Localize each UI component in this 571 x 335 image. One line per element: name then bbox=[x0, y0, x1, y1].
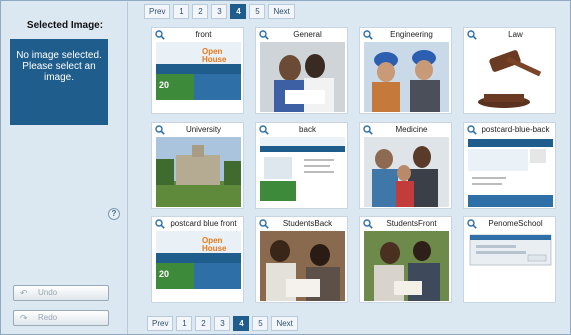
thumbnail-image[interactable] bbox=[468, 231, 553, 301]
thumbnail-image[interactable] bbox=[156, 137, 241, 207]
help-icon[interactable]: ? bbox=[108, 208, 120, 220]
thumbnail-image[interactable] bbox=[468, 42, 553, 112]
page-4-button[interactable]: 4 bbox=[233, 316, 250, 331]
page-4-button[interactable]: 4 bbox=[230, 4, 247, 19]
svg-text:House: House bbox=[202, 244, 227, 253]
undo-button[interactable]: ↶ Undo bbox=[13, 285, 109, 301]
image-thumbnail[interactable]: postcard blue front Open House 20 bbox=[151, 216, 244, 303]
image-gallery: Prev 1 2 3 4 5 Next front Open House 20 Gene… bbox=[141, 1, 571, 335]
selected-image-heading: Selected Image: bbox=[26, 20, 104, 31]
page-3-button[interactable]: 3 bbox=[211, 4, 228, 19]
prev-page-button[interactable]: Prev bbox=[144, 4, 171, 19]
magnifier-icon[interactable] bbox=[259, 219, 269, 229]
thumbnail-image[interactable] bbox=[364, 42, 449, 112]
magnifier-icon[interactable] bbox=[467, 30, 477, 40]
pager-top: Prev 1 2 3 4 5 Next bbox=[144, 4, 295, 19]
page-5-button[interactable]: 5 bbox=[252, 316, 269, 331]
image-thumbnail[interactable]: front Open House 20 bbox=[151, 27, 244, 114]
thumbnail-image[interactable] bbox=[364, 231, 449, 301]
image-thumbnail[interactable]: StudentsFront bbox=[359, 216, 452, 303]
magnifier-icon[interactable] bbox=[363, 125, 373, 135]
thumbnail-image[interactable]: Open House 20 bbox=[156, 231, 241, 301]
image-picker-window: Selected Image: No image selected. Pleas… bbox=[0, 0, 571, 335]
undo-label: Undo bbox=[38, 288, 58, 297]
thumbnail-image[interactable] bbox=[468, 137, 553, 207]
magnifier-icon[interactable] bbox=[259, 125, 269, 135]
page-3-button[interactable]: 3 bbox=[214, 316, 231, 331]
thumbnail-caption: Medicine bbox=[395, 125, 428, 134]
thumbnail-image[interactable]: Open House 20 bbox=[156, 42, 241, 112]
page-2-button[interactable]: 2 bbox=[192, 4, 209, 19]
magnifier-icon[interactable] bbox=[363, 219, 373, 229]
next-page-button[interactable]: Next bbox=[268, 4, 295, 19]
thumbnail-caption: back bbox=[299, 125, 316, 134]
image-thumbnail[interactable]: University bbox=[151, 122, 244, 209]
magnifier-icon[interactable] bbox=[259, 30, 269, 40]
thumbnail-caption: StudentsBack bbox=[282, 219, 333, 228]
image-thumbnail[interactable]: Medicine bbox=[359, 122, 452, 209]
image-thumbnail[interactable]: back bbox=[255, 122, 348, 209]
pager-bottom: Prev 1 2 3 4 5 Next bbox=[147, 316, 298, 331]
redo-arrow-icon: ↷ bbox=[20, 313, 28, 323]
svg-text:20: 20 bbox=[159, 80, 169, 90]
magnifier-icon[interactable] bbox=[155, 219, 165, 229]
page-2-button[interactable]: 2 bbox=[195, 316, 212, 331]
redo-label: Redo bbox=[38, 313, 58, 322]
page-1-button[interactable]: 1 bbox=[173, 4, 190, 19]
svg-text:House: House bbox=[202, 55, 227, 64]
thumbnail-caption: Engineering bbox=[390, 30, 433, 39]
image-thumbnail[interactable]: PenomeSchool bbox=[463, 216, 556, 303]
page-1-button[interactable]: 1 bbox=[176, 316, 193, 331]
thumbnail-caption: postcard blue front bbox=[170, 219, 237, 228]
image-thumbnail[interactable]: StudentsBack bbox=[255, 216, 348, 303]
thumbnail-caption: postcard-blue-back bbox=[481, 125, 550, 134]
selected-image-preview: No image selected. Please select an imag… bbox=[10, 39, 108, 125]
thumbnail-caption: PenomeSchool bbox=[488, 219, 543, 228]
next-page-button[interactable]: Next bbox=[271, 316, 298, 331]
thumbnail-image[interactable] bbox=[260, 231, 345, 301]
magnifier-icon[interactable] bbox=[467, 125, 477, 135]
image-thumbnail[interactable]: General bbox=[255, 27, 348, 114]
left-panel: Selected Image: No image selected. Pleas… bbox=[2, 2, 128, 334]
magnifier-icon[interactable] bbox=[467, 219, 477, 229]
thumbnail-caption: front bbox=[195, 30, 212, 39]
image-thumbnail[interactable]: postcard-blue-back bbox=[463, 122, 556, 209]
thumbnail-image[interactable] bbox=[364, 137, 449, 207]
thumbnail-image[interactable] bbox=[260, 137, 345, 207]
magnifier-icon[interactable] bbox=[155, 30, 165, 40]
thumbnail-image[interactable] bbox=[260, 42, 345, 112]
thumbnail-caption: University bbox=[185, 125, 222, 134]
redo-button[interactable]: ↷ Redo bbox=[13, 310, 109, 326]
thumbnail-caption: StudentsFront bbox=[386, 219, 437, 228]
undo-arrow-icon: ↶ bbox=[20, 288, 28, 298]
page-5-button[interactable]: 5 bbox=[249, 4, 266, 19]
thumbnail-caption: General bbox=[293, 30, 322, 39]
magnifier-icon[interactable] bbox=[363, 30, 373, 40]
prev-page-button[interactable]: Prev bbox=[147, 316, 174, 331]
image-thumbnail[interactable]: Law bbox=[463, 27, 556, 114]
svg-text:20: 20 bbox=[159, 269, 169, 279]
magnifier-icon[interactable] bbox=[155, 125, 165, 135]
image-thumbnail[interactable]: Engineering bbox=[359, 27, 452, 114]
thumbnail-caption: Law bbox=[508, 30, 523, 39]
